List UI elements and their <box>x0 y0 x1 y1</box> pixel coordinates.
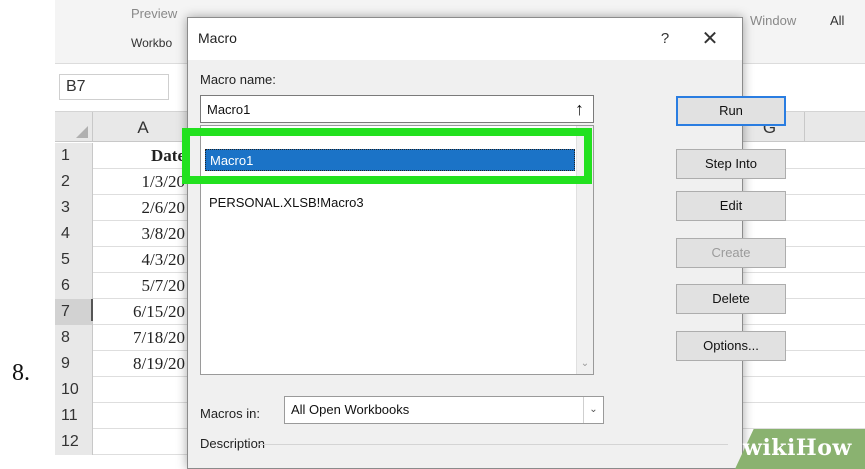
macros-in-value: All Open Workbooks <box>291 402 410 417</box>
ribbon-all-label[interactable]: All <box>830 13 844 28</box>
row-header[interactable]: 12 <box>55 429 93 455</box>
excel-screenshot: Preview Workbo Window All B7 A G 1 Date 2 1… <box>55 0 865 469</box>
cell-a[interactable]: 7/18/20 <box>94 325 192 351</box>
macros-in-label: Macros in: <box>200 406 260 421</box>
watermark-logo: wikiHow <box>743 435 852 461</box>
description-divider <box>258 444 728 445</box>
upload-arrow-icon[interactable]: ↑ <box>566 96 593 122</box>
cell-a[interactable]: 6/15/20 <box>94 299 192 325</box>
cell-a[interactable] <box>94 429 192 455</box>
chevron-down-icon[interactable]: ⌄ <box>583 397 603 423</box>
row-header[interactable]: 1 <box>55 143 93 169</box>
cell-a[interactable]: 5/7/20 <box>94 273 192 299</box>
row-header[interactable]: 7 <box>55 299 93 325</box>
help-button[interactable]: ? <box>650 26 680 52</box>
close-icon[interactable]: ✕ <box>693 24 727 54</box>
row-header[interactable]: 10 <box>55 377 93 403</box>
macro-name-input[interactable] <box>200 95 594 123</box>
dialog-title: Macro <box>198 30 237 46</box>
ribbon-preview-label[interactable]: Preview <box>131 6 177 21</box>
watermark-how: How <box>795 435 852 461</box>
macro-list-item[interactable]: PERSONAL.XLSB!Macro3 <box>205 192 575 214</box>
row-header[interactable]: 9 <box>55 351 93 377</box>
macros-in-select[interactable]: All Open Workbooks ⌄ <box>284 396 604 424</box>
ribbon-window-label[interactable]: Window <box>750 13 796 28</box>
ribbon-workbook-label[interactable]: Workbo <box>131 36 172 50</box>
macro-name-label: Macro name: <box>200 72 276 87</box>
macro-dialog: Macro ? ✕ Macro name: ↑ Macro1 PERSONAL.… <box>182 17 786 469</box>
edit-button[interactable]: Edit <box>676 191 786 221</box>
cell-a[interactable]: 4/3/20 <box>94 247 192 273</box>
select-all-triangle-icon <box>76 126 88 138</box>
select-all-corner[interactable] <box>55 112 93 142</box>
scroll-down-icon[interactable]: ⌄ <box>577 356 593 372</box>
highlight-box <box>182 128 592 184</box>
create-button[interactable]: Create <box>676 238 786 268</box>
options-button[interactable]: Options... <box>676 331 786 361</box>
cell-a[interactable]: 2/6/20 <box>94 195 192 221</box>
row-header[interactable]: 6 <box>55 273 93 299</box>
cell-a[interactable] <box>94 377 192 403</box>
row-header[interactable]: 5 <box>55 247 93 273</box>
name-box[interactable]: B7 <box>59 74 169 100</box>
cell-a[interactable] <box>94 403 192 429</box>
column-header-a[interactable]: A <box>94 112 193 142</box>
description-label: Description <box>200 436 266 451</box>
row-header[interactable]: 8 <box>55 325 93 351</box>
dialog-titlebar: Macro ? ✕ <box>188 18 742 60</box>
watermark-wiki: wiki <box>743 435 796 461</box>
row-header[interactable]: 4 <box>55 221 93 247</box>
row-header[interactable]: 11 <box>55 403 93 429</box>
step-number: 8. <box>12 360 30 386</box>
cell-a[interactable]: 3/8/20 <box>94 221 192 247</box>
row-header[interactable]: 2 <box>55 169 93 195</box>
step-into-button[interactable]: Step Into <box>676 149 786 179</box>
cell-a[interactable]: 1/3/20 <box>94 169 192 195</box>
run-button[interactable]: Run <box>676 96 786 126</box>
row-header[interactable]: 3 <box>55 195 93 221</box>
delete-button[interactable]: Delete <box>676 284 786 314</box>
cell-a[interactable]: 8/19/20 <box>94 351 192 377</box>
cell-a[interactable]: Date <box>94 143 192 169</box>
